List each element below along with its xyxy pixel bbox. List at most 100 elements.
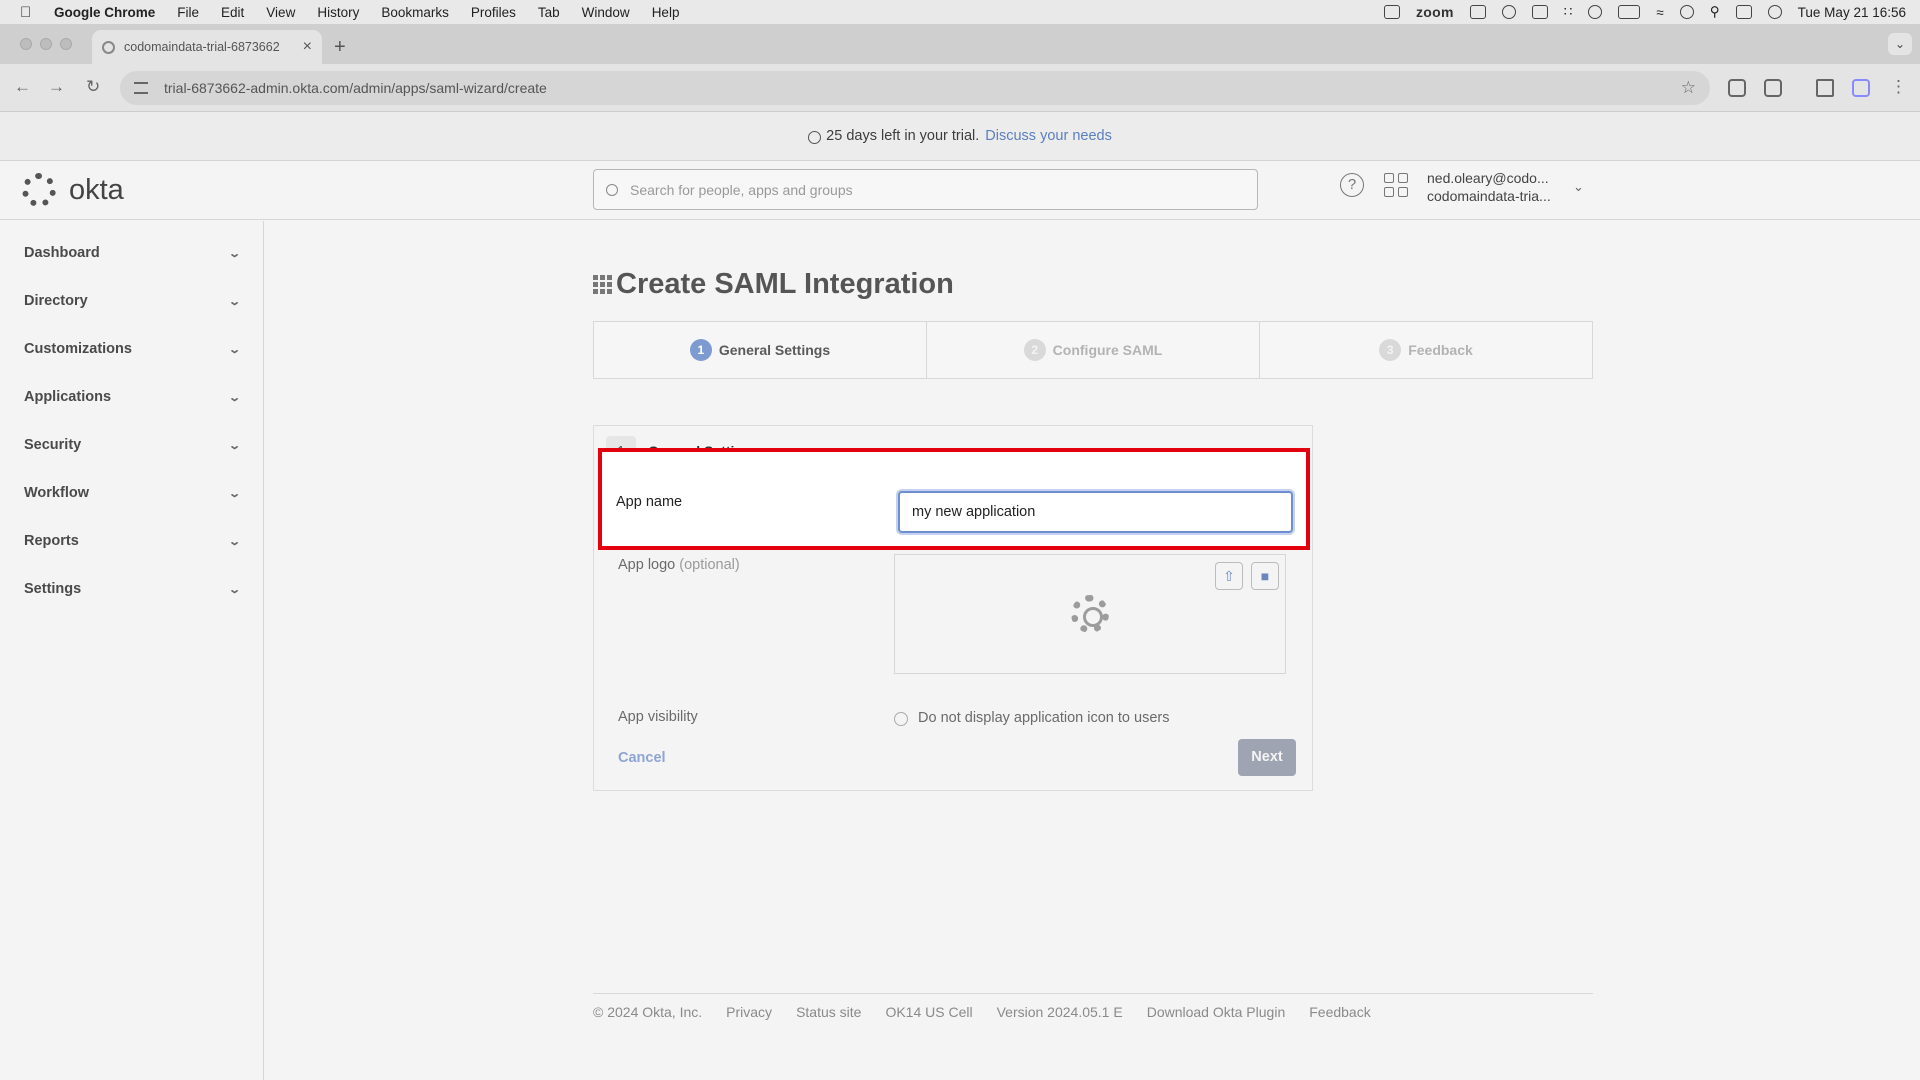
sidebar-item-reports[interactable]: Reports ⌄ (0, 517, 263, 565)
help-icon[interactable]: ? (1340, 173, 1364, 197)
window-zoom-button[interactable] (60, 38, 72, 50)
drive-icon[interactable] (1531, 5, 1548, 19)
search-icon (606, 183, 618, 196)
record-icon[interactable] (1501, 5, 1516, 19)
app-name-input[interactable] (898, 491, 1293, 533)
sidebar-item-dashboard[interactable]: Dashboard ⌄ (0, 229, 263, 277)
site-settings-icon[interactable] (134, 82, 148, 94)
bluetooth-icon[interactable]: ∷ (1564, 4, 1573, 20)
clock-icon (808, 130, 822, 144)
menu-profiles[interactable]: Profiles (471, 5, 516, 20)
sidebar: Dashboard ⌄ Directory ⌄ Customizations ⌄ Ap… (0, 221, 264, 1080)
clock[interactable]: Tue May 21 16:56 (1798, 5, 1906, 20)
step-label: Configure SAML (1052, 342, 1163, 358)
menu-history[interactable]: History (317, 5, 359, 20)
sidebar-item-customizations[interactable]: Customizations ⌄ (0, 325, 263, 373)
window-minimize-button[interactable] (40, 38, 52, 50)
menu-view[interactable]: View (266, 5, 295, 20)
play-icon[interactable] (1588, 5, 1603, 19)
step-number: 3 (1379, 339, 1402, 361)
step-label: Feedback (1408, 342, 1473, 358)
menu-file[interactable]: File (177, 5, 199, 20)
footer-download-plugin-link[interactable]: Download Okta Plugin (1147, 1004, 1286, 1020)
chevron-down-icon: ⌄ (227, 535, 241, 548)
page-header: Create SAML Integration (593, 268, 954, 301)
extension-slash-icon[interactable] (1852, 79, 1870, 97)
app-visibility-label: App visibility (618, 709, 698, 725)
user-email: ned.oleary@codo... (1427, 170, 1549, 186)
next-button[interactable]: Next (1238, 739, 1296, 776)
window-close-button[interactable] (20, 38, 32, 50)
chevron-down-icon: ⌄ (227, 391, 241, 404)
forward-arrow-icon[interactable]: → (48, 77, 65, 97)
footer-privacy-link[interactable]: Privacy (726, 1004, 772, 1020)
app-logo-label-text: App logo (618, 557, 676, 573)
sidebar-item-label: Settings (24, 581, 82, 597)
hide-icon-checkbox[interactable] (894, 712, 908, 726)
tab-strip: codomaindata-trial-6873662 × + ⌄ (0, 24, 1920, 64)
app-name-highlight: App name (598, 448, 1310, 550)
new-tab-button[interactable]: + (334, 36, 346, 59)
more-menu-icon[interactable]: ⋮ (1890, 77, 1907, 97)
extensions-puzzle-icon[interactable] (1764, 79, 1782, 97)
discuss-needs-link[interactable]: Discuss your needs (985, 128, 1112, 144)
step-number: 2 (1023, 339, 1046, 361)
menu-bookmarks[interactable]: Bookmarks (381, 5, 449, 20)
url-text[interactable]: trial-6873662-admin.okta.com/admin/apps/… (164, 80, 1681, 96)
wifi-icon[interactable]: ≈ (1656, 5, 1663, 20)
spotlight-icon[interactable]: ⚲ (1710, 4, 1720, 20)
hide-icon-checkbox-label[interactable]: Do not display application icon to users (918, 710, 1169, 726)
user-menu[interactable]: ned.oleary@codo... codomaindata-tria... (1427, 169, 1551, 205)
gear-icon (1071, 595, 1109, 633)
user-org: codomaindata-tria... (1427, 188, 1551, 204)
menu-app-name[interactable]: Google Chrome (54, 5, 155, 20)
battery-icon[interactable] (1618, 5, 1641, 19)
sidebar-item-applications[interactable]: Applications ⌄ (0, 373, 263, 421)
back-arrow-icon[interactable]: ← (14, 77, 31, 97)
footer-feedback-link[interactable]: Feedback (1309, 1004, 1370, 1020)
cloud-icon[interactable] (1469, 5, 1486, 19)
reload-icon[interactable]: ↻ (86, 77, 100, 97)
sidebar-item-security[interactable]: Security ⌄ (0, 421, 263, 469)
chevron-down-icon: ⌄ (227, 439, 241, 452)
siri-icon[interactable] (1767, 5, 1782, 19)
tab-search-chevron-icon[interactable]: ⌄ (1888, 33, 1912, 55)
apple-icon[interactable]:  (20, 4, 34, 21)
menu-window[interactable]: Window (582, 5, 630, 20)
okta-header: okta Search for people, apps and groups … (0, 161, 1920, 220)
address-bar[interactable]: trial-6873662-admin.okta.com/admin/apps/… (120, 71, 1710, 105)
control-center-icon[interactable] (1735, 5, 1752, 19)
reading-list-icon[interactable] (1816, 79, 1834, 97)
chevron-down-icon: ⌄ (227, 487, 241, 500)
sidebar-item-directory[interactable]: Directory ⌄ (0, 277, 263, 325)
footer-copyright: © 2024 Okta, Inc. (593, 1004, 703, 1020)
menu-tab[interactable]: Tab (538, 5, 560, 20)
app-switcher-grid-icon[interactable] (1384, 173, 1408, 197)
sidebar-item-settings[interactable]: Settings ⌄ (0, 565, 263, 613)
delete-logo-button[interactable]: ■ (1251, 562, 1279, 590)
trial-text: 25 days left in your trial. (826, 128, 980, 144)
browser-tab[interactable]: codomaindata-trial-6873662 × (92, 30, 322, 64)
chevron-down-icon: ⌄ (227, 295, 241, 308)
chevron-down-icon[interactable]: ⌄ (1573, 179, 1584, 195)
menu-edit[interactable]: Edit (221, 5, 244, 20)
upload-logo-button[interactable]: ⇧ (1215, 562, 1243, 590)
zoom-icon[interactable]: zoom (1416, 4, 1454, 20)
user-icon[interactable] (1679, 5, 1694, 19)
notion-icon[interactable] (1384, 5, 1400, 19)
footer-status-link[interactable]: Status site (796, 1004, 861, 1020)
okta-favicon-icon (102, 40, 115, 54)
sidebar-item-workflow[interactable]: Workflow ⌄ (0, 469, 263, 517)
global-search-input[interactable]: Search for people, apps and groups (593, 169, 1258, 210)
tab-close-icon[interactable]: × (303, 38, 312, 56)
okta-wordmark: okta (69, 173, 124, 206)
okta-logo[interactable]: okta (22, 173, 124, 207)
cancel-button[interactable]: Cancel (618, 750, 666, 766)
extension-h-icon[interactable] (1728, 79, 1746, 97)
app-logo-dropzone[interactable]: ⇧ ■ (894, 554, 1286, 674)
menu-help[interactable]: Help (652, 5, 680, 20)
step-label: General Settings (718, 342, 831, 358)
wizard-steps: 1 General Settings 2 Configure SAML 3 Fe… (593, 321, 1593, 379)
page-footer: © 2024 Okta, Inc. Privacy Status site OK… (593, 993, 1593, 1020)
bookmark-star-icon[interactable]: ☆ (1681, 78, 1696, 98)
